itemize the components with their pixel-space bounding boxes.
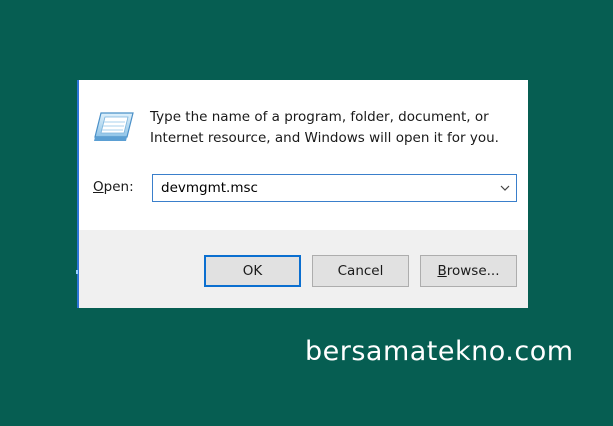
cancel-button[interactable]: Cancel [312, 255, 409, 287]
dialog-description: Type the name of a program, folder, docu… [150, 107, 520, 149]
window-edge-highlight [76, 270, 78, 274]
open-label: Open: [93, 179, 134, 195]
watermark: bersamatekno.com [305, 336, 574, 367]
browse-button[interactable]: Browse... [420, 255, 517, 287]
browse-label-text: rowse... [446, 263, 500, 279]
ok-button[interactable]: OK [204, 255, 301, 287]
description-line-2: Internet resource, and Windows will open… [150, 130, 499, 146]
description-line-1: Type the name of a program, folder, docu… [150, 109, 489, 125]
browse-mnemonic: B [437, 263, 447, 279]
chevron-down-icon[interactable] [494, 175, 516, 201]
open-label-mnemonic: O [93, 179, 104, 195]
open-combobox[interactable] [152, 174, 517, 202]
run-dialog: Type the name of a program, folder, docu… [77, 80, 528, 308]
run-app-icon [93, 110, 137, 144]
open-input[interactable] [153, 175, 483, 201]
open-label-text: pen: [103, 179, 134, 195]
